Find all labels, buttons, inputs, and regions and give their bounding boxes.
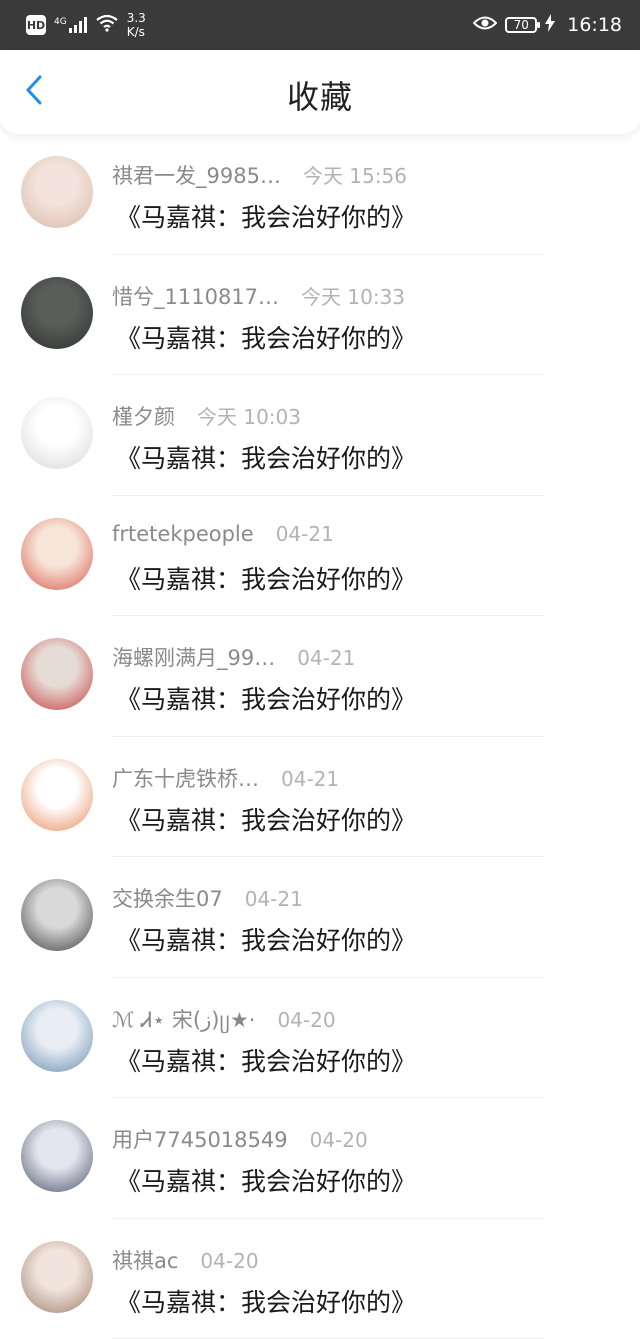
username[interactable]: 海螺刚满月_99…: [112, 642, 275, 672]
avatar[interactable]: [21, 638, 93, 710]
favorites-list: 祺君一发_9985…今天 15:56《马嘉祺：我会治好你的》惜兮_1110817…: [0, 134, 640, 1339]
item-meta: 用户7745018549 04-20: [112, 1124, 368, 1154]
item-meta: ℳ Ꮧ⋆ 宋(ز)ᥩ★· 04-20: [112, 1004, 336, 1034]
item-title[interactable]: 《马嘉祺：我会治好你的》: [116, 801, 416, 837]
list-item[interactable]: 海螺刚满月_99… 04-21 《马嘉祺：我会治好你的》: [0, 616, 640, 737]
username[interactable]: 惜兮_1110817…: [112, 281, 279, 311]
charging-icon: [545, 14, 555, 36]
list-item[interactable]: 交换余生07 04-21 《马嘉祺：我会治好你的》: [0, 857, 640, 978]
item-meta: 祺祺ac 04-20: [112, 1245, 259, 1275]
list-item[interactable]: 槿夕颜今天 10:03 《马嘉祺：我会治好你的》: [0, 375, 640, 496]
timestamp: 04-21: [276, 522, 334, 546]
item-meta: 交换余生07 04-21: [112, 883, 303, 913]
username[interactable]: 用户7745018549: [112, 1124, 288, 1154]
item-title[interactable]: 《马嘉祺：我会治好你的》: [116, 921, 416, 957]
timestamp: 今天 10:03: [197, 401, 301, 430]
wifi-icon: [95, 14, 119, 36]
item-title[interactable]: 《马嘉祺：我会治好你的》: [116, 198, 416, 234]
avatar[interactable]: [21, 518, 93, 590]
username[interactable]: 广东十虎铁桥…: [112, 763, 259, 793]
network-speed: 3.3 K/s: [127, 11, 146, 39]
username[interactable]: 祺君一发_9985…: [112, 160, 281, 190]
item-meta: frtetekpeople 04-21: [112, 522, 334, 546]
username[interactable]: 槿夕颜: [112, 401, 175, 431]
avatar[interactable]: [21, 1241, 93, 1313]
item-meta: 惜兮_1110817… 今天 10:33: [112, 281, 405, 311]
item-meta: 海螺刚满月_99… 04-21: [112, 642, 355, 672]
item-title[interactable]: 《马嘉祺：我会治好你的》: [116, 680, 416, 716]
item-meta: 祺君一发_9985… 今天 15:56: [112, 160, 407, 190]
item-title[interactable]: 《马嘉祺：我会治好你的》: [116, 1042, 416, 1078]
item-title[interactable]: 《马嘉祺：我会治好你的》: [116, 1162, 416, 1198]
timestamp: 04-21: [297, 646, 355, 670]
list-item[interactable]: frtetekpeople 04-21 《马嘉祺：我会治好你的》: [0, 496, 640, 617]
page-title: 收藏: [0, 72, 640, 118]
item-title[interactable]: 《马嘉祺：我会治好你的》: [116, 1283, 416, 1319]
list-item[interactable]: 广东十虎铁桥… 04-21 《马嘉祺：我会治好你的》: [0, 737, 640, 858]
hd-icon: HD: [26, 15, 46, 35]
username[interactable]: frtetekpeople: [112, 522, 254, 546]
timestamp: 04-21: [281, 767, 339, 791]
username[interactable]: 祺祺ac: [112, 1245, 178, 1275]
battery-level: 70: [514, 18, 529, 32]
username[interactable]: 交换余生07: [112, 883, 223, 913]
list-item[interactable]: 惜兮_1110817… 今天 10:33 《马嘉祺：我会治好你的》: [0, 255, 640, 376]
item-title[interactable]: 《马嘉祺：我会治好你的》: [116, 439, 416, 475]
timestamp: 04-20: [277, 1008, 335, 1032]
avatar[interactable]: [21, 879, 93, 951]
timestamp: 04-20: [310, 1128, 368, 1152]
eye-icon: [473, 15, 497, 35]
avatar[interactable]: [21, 277, 93, 349]
timestamp: 04-21: [245, 887, 303, 911]
avatar[interactable]: [21, 759, 93, 831]
battery-icon: 70: [505, 17, 537, 33]
avatar[interactable]: [21, 1000, 93, 1072]
network-speed-value: 3.3: [127, 11, 146, 25]
username[interactable]: ℳ Ꮧ⋆ 宋(ز)ᥩ★·: [112, 1004, 255, 1034]
timestamp: 今天 15:56: [303, 160, 407, 189]
avatar[interactable]: [21, 1120, 93, 1192]
status-left: HD 4G 3.3 K/s: [26, 11, 146, 39]
list-item[interactable]: 用户7745018549 04-20 《马嘉祺：我会治好你的》: [0, 1098, 640, 1219]
list-item[interactable]: 祺君一发_9985… 今天 15:56 《马嘉祺：我会治好你的》: [0, 134, 640, 255]
item-title[interactable]: 《马嘉祺：我会治好你的》: [116, 560, 416, 596]
item-title[interactable]: 《马嘉祺：我会治好你的》: [116, 319, 416, 355]
network-speed-unit: K/s: [127, 25, 146, 39]
list-item[interactable]: ℳ Ꮧ⋆ 宋(ز)ᥩ★· 04-20 《马嘉祺：我会治好你的》: [0, 978, 640, 1099]
item-meta: 槿夕颜今天 10:03: [112, 401, 301, 431]
timestamp: 今天 10:33: [301, 281, 405, 310]
cellular-signal-icon: 4G: [54, 17, 87, 33]
item-meta: 广东十虎铁桥… 04-21: [112, 763, 339, 793]
timestamp: 04-20: [200, 1249, 258, 1273]
network-type: 4G: [54, 17, 67, 27]
avatar[interactable]: [21, 156, 93, 228]
status-bar: HD 4G 3.3 K/s: [0, 0, 640, 50]
status-right: 70 16:18: [473, 14, 622, 36]
avatar[interactable]: [21, 397, 93, 469]
nav-bar: 收藏: [0, 50, 640, 134]
list-item[interactable]: 祺祺ac 04-20 《马嘉祺：我会治好你的》: [0, 1219, 640, 1339]
clock: 16:18: [567, 14, 622, 36]
